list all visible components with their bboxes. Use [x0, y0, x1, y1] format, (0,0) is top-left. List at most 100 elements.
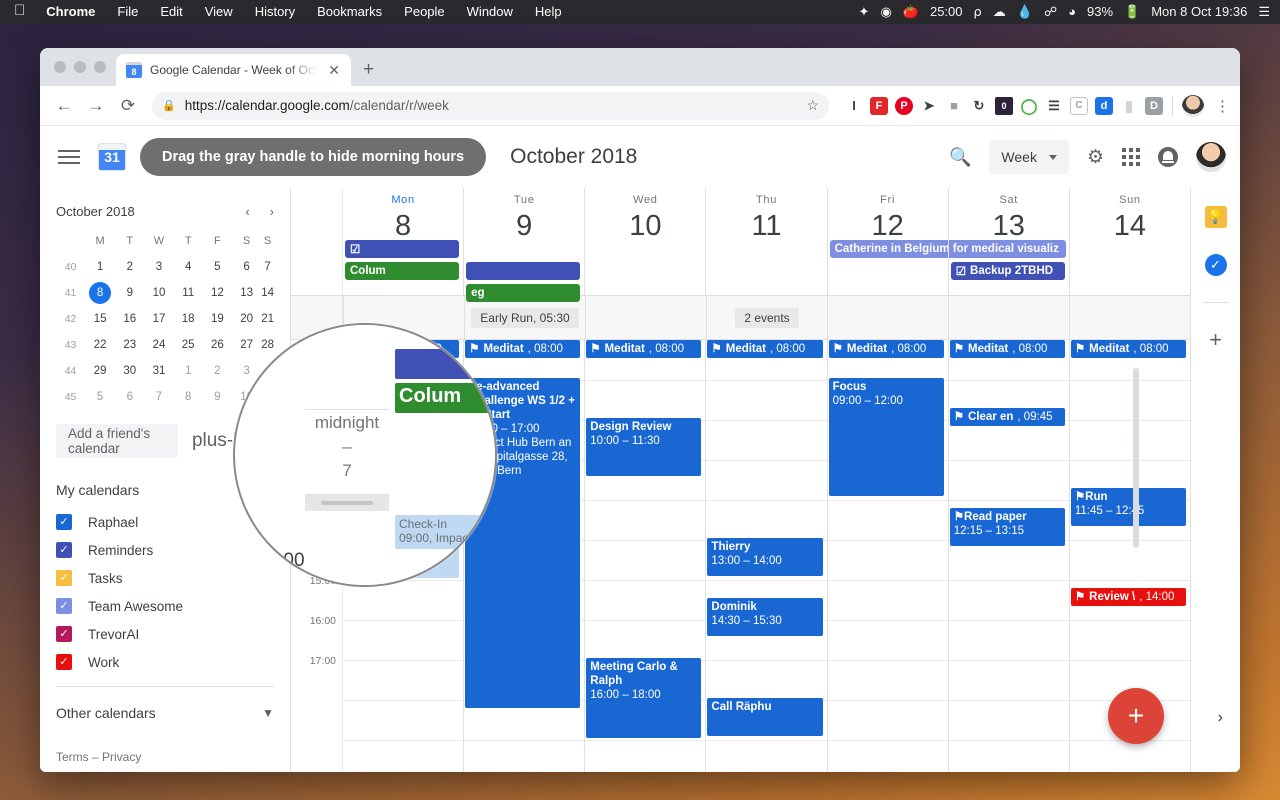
day-header-mon[interactable]: Mon8☑Colum: [343, 188, 463, 295]
mini-calendar-day[interactable]: 5: [85, 384, 115, 410]
calendar-list-item[interactable]: ✓Work: [40, 648, 290, 676]
mini-calendar-day[interactable]: 12: [203, 280, 232, 306]
menu-history[interactable]: History: [244, 0, 306, 24]
hamburger-icon[interactable]: [58, 150, 80, 164]
bell-icon[interactable]: [1158, 147, 1178, 167]
mini-calendar-day[interactable]: 19: [203, 306, 232, 332]
collapsed-summary-cell[interactable]: [948, 296, 1069, 339]
mini-calendar-day[interactable]: 25: [174, 332, 203, 358]
account-avatar[interactable]: [1196, 142, 1226, 172]
week-number[interactable]: 45: [56, 384, 85, 410]
mini-calendar-day[interactable]: 8: [85, 280, 115, 306]
calendar-checkbox[interactable]: ✓: [56, 598, 72, 614]
view-selector[interactable]: Week: [989, 140, 1069, 174]
mini-calendar-day[interactable]: 6: [115, 384, 144, 410]
create-event-button[interactable]: +: [1108, 688, 1164, 744]
day-header-sat[interactable]: Sat13☑Backup 2TBHD: [948, 188, 1069, 295]
bluetooth-icon[interactable]: ☍: [1044, 0, 1057, 24]
creative-cloud-icon[interactable]: ◉: [880, 0, 891, 24]
mini-calendar-day[interactable]: 4: [174, 254, 203, 280]
all-day-event[interactable]: Colum: [345, 262, 459, 280]
mini-calendar-day[interactable]: 1: [85, 254, 115, 280]
next-week-arrow-icon[interactable]: ›: [1218, 709, 1223, 727]
browser-tab[interactable]: 8 Google Calendar - Week of Oct ✕: [116, 54, 351, 86]
mini-calendar-day[interactable]: 13: [232, 280, 261, 306]
add-friend-input[interactable]: Add a friend's calendar: [56, 424, 178, 458]
calendar-event[interactable]: ⚑Run11:45 – 12:45: [1071, 488, 1186, 526]
vertical-scrollbar[interactable]: [1133, 368, 1139, 548]
day-number[interactable]: 10: [585, 206, 705, 246]
flame-icon[interactable]: 💧: [1017, 0, 1033, 24]
evernote-icon[interactable]: ◯: [1020, 97, 1038, 115]
pinterest-icon[interactable]: P: [895, 97, 913, 115]
forward-button[interactable]: →: [82, 92, 110, 120]
day-header-fri[interactable]: Fri12Catherine in Belgium for medical vi…: [827, 188, 948, 295]
three-dot-menu-icon[interactable]: ⋮: [1211, 97, 1230, 115]
week-number[interactable]: 40: [56, 254, 85, 280]
calendar-event[interactable]: ⚑Read paper12:15 – 13:15: [950, 508, 1065, 546]
menu-view[interactable]: View: [194, 0, 244, 24]
collapsed-summary-chip[interactable]: 2 events: [735, 308, 798, 328]
add-addon-icon[interactable]: +: [1209, 329, 1222, 351]
mini-calendar-day[interactable]: 2: [203, 358, 232, 384]
day-number[interactable]: 14: [1070, 206, 1190, 246]
calendar-list-item[interactable]: ✓Team Awesome: [40, 592, 290, 620]
calendar-event[interactable]: ⚑Meditat, 08:00: [1071, 340, 1186, 358]
mini-calendar-day[interactable]: 1: [174, 358, 203, 384]
mini-calendar-day[interactable]: 10: [144, 280, 173, 306]
search-icon[interactable]: 🔍: [949, 147, 971, 168]
cursor-icon[interactable]: ➤: [920, 97, 938, 115]
instapaper-icon[interactable]: I: [845, 97, 863, 115]
menu-chrome[interactable]: Chrome: [35, 0, 106, 24]
week-number[interactable]: 42: [56, 306, 85, 332]
week-number[interactable]: 41: [56, 280, 85, 306]
menu-file[interactable]: File: [106, 0, 149, 24]
calendar-checkbox[interactable]: ✓: [56, 654, 72, 670]
collapsed-summary-cell[interactable]: [827, 296, 948, 339]
mini-calendar-day[interactable]: 6: [232, 254, 261, 280]
dictionary-icon[interactable]: D: [1145, 97, 1163, 115]
layers-icon[interactable]: ☰: [1045, 97, 1063, 115]
magnified-allday-event-green[interactable]: Colum: [395, 383, 497, 413]
new-tab-button[interactable]: +: [351, 54, 386, 86]
menu-people[interactable]: People: [393, 0, 455, 24]
menu-bookmarks[interactable]: Bookmarks: [306, 0, 393, 24]
mini-calendar-day[interactable]: 2: [115, 254, 144, 280]
calendar-event[interactable]: ⚑Meditat, 08:00: [586, 340, 701, 358]
wifi-icon[interactable]: ◕: [1068, 0, 1076, 24]
keep-icon[interactable]: 💡: [1205, 206, 1227, 228]
mini-calendar-day[interactable]: 30: [115, 358, 144, 384]
day-header-tue[interactable]: Tue9eg: [463, 188, 584, 295]
collapse-drag-handle[interactable]: [305, 495, 389, 511]
calendar-extension-icon[interactable]: C: [1070, 97, 1088, 115]
cloud-icon[interactable]: ☁: [993, 0, 1006, 24]
dropbox-icon[interactable]: ✦: [859, 0, 870, 24]
other-calendars-header[interactable]: Other calendars ▼: [40, 695, 290, 731]
battery-charging-icon[interactable]: 🔋: [1124, 0, 1140, 24]
tomato-timer-icon[interactable]: 🍅: [903, 0, 919, 24]
adblock-icon[interactable]: 0: [995, 97, 1013, 115]
calendar-checkbox[interactable]: ✓: [56, 626, 72, 642]
collapsed-summary-cell[interactable]: 2 events: [706, 296, 827, 339]
all-day-event[interactable]: eg: [466, 284, 580, 302]
calendar-event[interactable]: Focus09:00 – 12:00: [829, 378, 944, 496]
maximize-window-button[interactable]: [94, 61, 106, 73]
mini-calendar-day[interactable]: 5: [203, 254, 232, 280]
day-column-thu[interactable]: ⚑Meditat, 08:00Thierry13:00 – 14:00Domin…: [705, 340, 826, 772]
day-column-wed[interactable]: ⚑Meditat, 08:00Design Review10:00 – 11:3…: [584, 340, 705, 772]
week-number[interactable]: 44: [56, 358, 85, 384]
apple-logo-icon[interactable]: : [14, 0, 35, 25]
calendar-event[interactable]: Thierry13:00 – 14:00: [707, 538, 822, 576]
window-controls[interactable]: [50, 48, 116, 86]
day-column-fri[interactable]: ⚑Meditat, 08:00Focus09:00 – 12:00: [827, 340, 948, 772]
menu-window[interactable]: Window: [456, 0, 524, 24]
calendar-event[interactable]: ⚑Clear en, 09:45: [950, 408, 1065, 426]
day-header-sun[interactable]: Sun14: [1069, 188, 1190, 295]
mini-calendar-day[interactable]: 9: [203, 384, 232, 410]
tasks-icon[interactable]: ✓: [1205, 254, 1227, 276]
mini-calendar-day[interactable]: 22: [85, 332, 115, 358]
calendar-logo-icon[interactable]: 31: [98, 143, 126, 171]
mini-calendar-day[interactable]: 24: [144, 332, 173, 358]
mini-prev-month-icon[interactable]: ‹: [245, 204, 249, 219]
menu-help[interactable]: Help: [524, 0, 573, 24]
